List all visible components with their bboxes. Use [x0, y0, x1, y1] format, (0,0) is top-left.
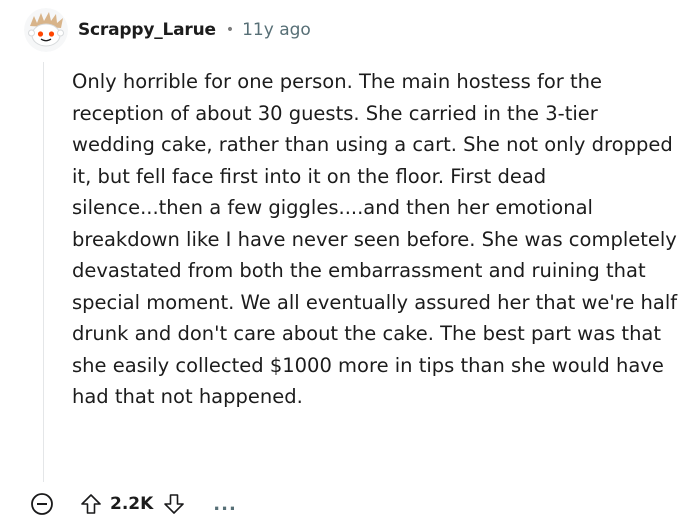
snoo-avatar-icon[interactable] [24, 8, 68, 52]
thread-line[interactable] [43, 62, 44, 482]
more-options-icon[interactable]: ... [213, 494, 237, 515]
author-username[interactable]: Scrappy_Larue [78, 20, 216, 40]
vote-score: 2.2K [110, 494, 154, 514]
meta-separator: • [225, 22, 235, 38]
collapse-minus-icon[interactable] [28, 490, 56, 518]
comment-timestamp[interactable]: 11y ago [242, 20, 311, 40]
comment-action-bar: 2.2K ... [28, 488, 237, 520]
comment-body: Only horrible for one person. The main h… [72, 70, 678, 408]
upvote-arrow-icon[interactable] [78, 491, 104, 517]
comment-header: Scrappy_Larue • 11y ago [24, 8, 311, 52]
downvote-arrow-icon[interactable] [161, 491, 187, 517]
